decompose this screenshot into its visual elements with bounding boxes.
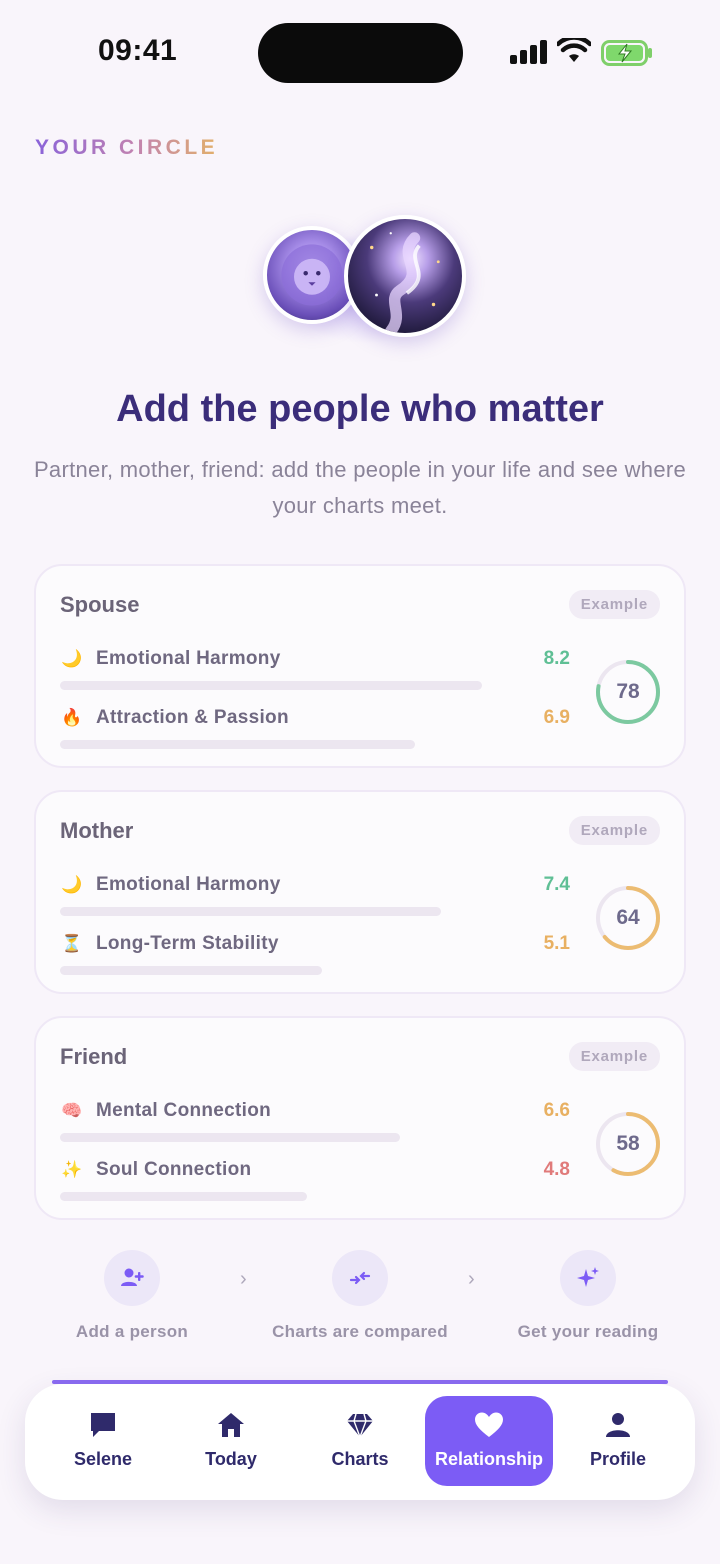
step-label: Get your reading (517, 1322, 659, 1341)
brain-icon: 🧠 (61, 1101, 83, 1120)
metric-row: 🧠 Mental Connection 6.6 (60, 1098, 580, 1148)
compatibility-score: 64 (616, 906, 640, 929)
compare-arrows-icon (349, 1271, 371, 1285)
step-get-reading: Get your reading (468, 1250, 708, 1342)
step-label: Charts are compared (272, 1322, 448, 1341)
step-charts-compared: Charts are compared (240, 1250, 480, 1342)
metric-bar (60, 966, 322, 975)
tab-label: Today (205, 1449, 257, 1469)
bottom-tab-bar: Selene Today Charts Relationship Profile (25, 1384, 695, 1500)
status-time: 09:41 (98, 34, 178, 67)
tab-selene[interactable]: Selene (39, 1396, 167, 1486)
metric-bar (60, 740, 415, 749)
compatibility-score: 58 (616, 1132, 640, 1155)
metric-value: 6.6 (543, 1100, 570, 1121)
score-ring: 58 (594, 1110, 662, 1178)
section-eyebrow: YOUR CIRCLE (35, 136, 219, 159)
step-label: Add a person (75, 1322, 189, 1341)
chevron-right-icon: › (468, 1268, 475, 1290)
wifi-icon (557, 38, 591, 62)
metric-row: 🔥 Attraction & Passion 6.9 (60, 705, 580, 755)
hourglass-icon: ⏳ (61, 934, 83, 953)
chat-icon (91, 1413, 115, 1437)
tab-today[interactable]: Today (167, 1396, 295, 1486)
card-title: Friend (60, 1044, 128, 1069)
metric-row: 🌙 Emotional Harmony 7.4 (60, 872, 580, 922)
metric-value: 5.1 (543, 933, 570, 954)
avatar-pair (260, 214, 470, 344)
example-badge: Example (568, 590, 660, 619)
example-card-friend[interactable]: Friend Example 🧠 Mental Connection 6.6 ✨… (34, 1016, 686, 1220)
diamond-icon (347, 1413, 373, 1439)
fire-icon: 🔥 (61, 708, 83, 727)
tab-label: Profile (589, 1449, 646, 1469)
tab-relationship[interactable]: Relationship (425, 1396, 553, 1486)
metric-label: Emotional Harmony (96, 648, 281, 669)
metric-row: 🌙 Emotional Harmony 8.2 (60, 646, 580, 696)
sparkles-icon (577, 1267, 599, 1287)
moon-icon: 🌙 (61, 875, 83, 894)
score-ring: 64 (594, 884, 662, 952)
metric-label: Long-Term Stability (96, 933, 279, 954)
score-ring: 78 (594, 658, 662, 726)
person-icon (606, 1413, 630, 1437)
add-person-icon (121, 1268, 144, 1286)
moon-icon: 🌙 (61, 649, 83, 668)
dynamic-island (258, 23, 463, 83)
example-card-spouse[interactable]: Spouse Example 🌙 Emotional Harmony 8.2 🔥… (34, 564, 686, 768)
page-subtitle: Partner, mother, friend: add the people … (33, 457, 687, 518)
sparkles-icon: ✨ (61, 1160, 83, 1179)
example-badge: Example (568, 1042, 660, 1071)
metric-label: Soul Connection (96, 1159, 252, 1180)
tab-profile[interactable]: Profile (554, 1396, 682, 1486)
metric-bar (60, 681, 482, 690)
metric-row: ✨ Soul Connection 4.8 (60, 1157, 580, 1207)
metric-bar (60, 907, 441, 916)
metric-value: 8.2 (543, 648, 570, 669)
example-card-mother[interactable]: Mother Example 🌙 Emotional Harmony 7.4 ⏳… (34, 790, 686, 994)
metric-label: Mental Connection (96, 1100, 272, 1121)
chevron-right-icon: › (240, 1268, 247, 1290)
tab-label: Charts (331, 1449, 389, 1469)
card-title: Spouse (60, 592, 140, 617)
card-title: Mother (60, 818, 134, 843)
metric-label: Emotional Harmony (96, 874, 281, 895)
tab-charts[interactable]: Charts (296, 1396, 424, 1486)
tab-label: Selene (73, 1449, 133, 1469)
metric-bar (60, 1133, 400, 1142)
battery-charging-icon (601, 40, 652, 66)
tab-label: Relationship (434, 1449, 543, 1469)
page-headline: Add the people who matter (116, 388, 604, 430)
metric-label: Attraction & Passion (96, 707, 289, 728)
metric-value: 7.4 (543, 874, 570, 895)
status-bar: 09:41 (0, 0, 720, 100)
how-it-works-steps: Add a person Charts are compared Get you… (0, 1250, 720, 1350)
cellular-signal-icon (510, 40, 547, 64)
heart-icon (475, 1412, 503, 1437)
step-add-person: Add a person (12, 1250, 252, 1342)
metric-row: ⏳ Long-Term Stability 5.1 (60, 931, 580, 981)
metric-value: 6.9 (543, 707, 570, 728)
metric-value: 4.8 (543, 1159, 570, 1180)
example-badge: Example (568, 816, 660, 845)
cosmic-avatar (344, 215, 466, 337)
home-icon (218, 1413, 244, 1437)
compatibility-score: 78 (616, 680, 640, 703)
metric-bar (60, 1192, 307, 1201)
